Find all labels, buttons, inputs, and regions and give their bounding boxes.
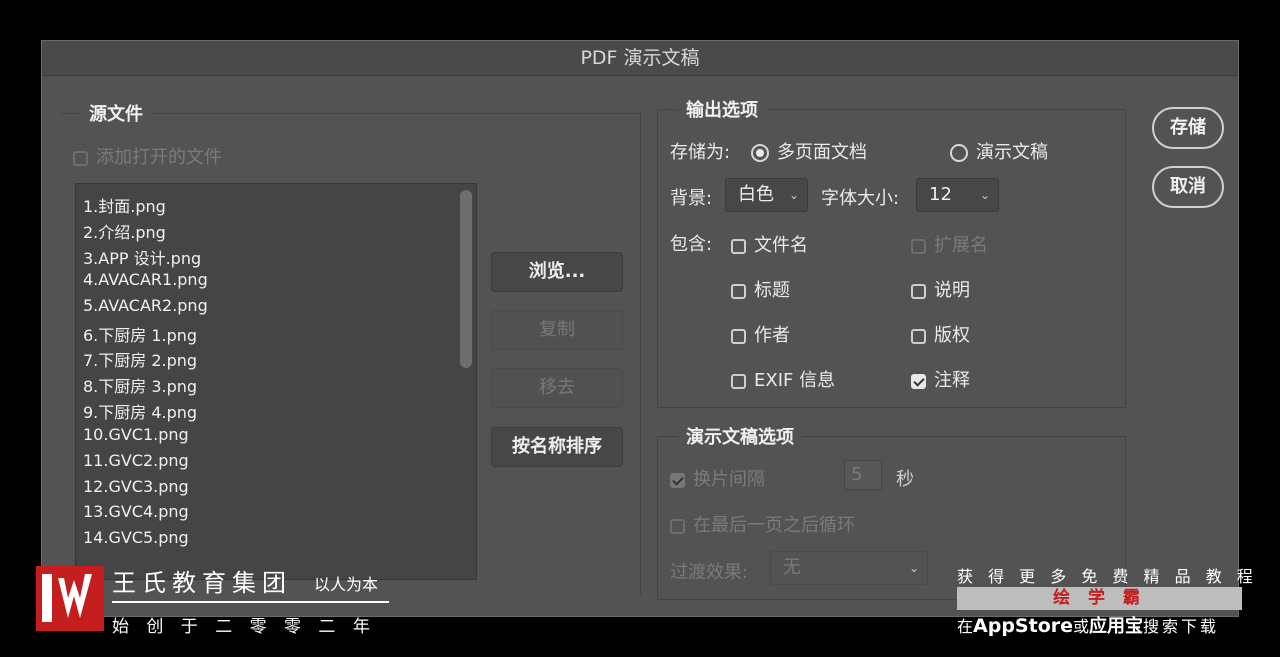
font-size-label: 字体大小: bbox=[821, 188, 900, 209]
title-label: 标题 bbox=[754, 280, 790, 301]
checkbox-box bbox=[731, 238, 746, 254]
extension-checkbox[interactable]: 扩展名 bbox=[911, 231, 988, 257]
exif-checkbox[interactable]: EXIF 信息 bbox=[731, 366, 835, 392]
checkbox-box bbox=[731, 283, 746, 299]
list-item[interactable]: 13.GVC4.png bbox=[83, 502, 189, 521]
copyright-label: 版权 bbox=[934, 325, 970, 346]
radio-circle bbox=[751, 144, 769, 162]
list-item[interactable]: 8.下厨房 3.png bbox=[83, 373, 197, 397]
file-list[interactable]: 1.封面.png 2.介绍.png 3.APP 设计.png 4.AVACAR1… bbox=[75, 183, 477, 580]
brand-logo bbox=[36, 566, 104, 631]
brand-name: 王氏教育集团 bbox=[112, 569, 292, 597]
transition-select[interactable]: 无 ⌄ bbox=[770, 551, 928, 585]
list-item[interactable]: 12.GVC3.png bbox=[83, 477, 189, 496]
list-item[interactable]: 3.APP 设计.png bbox=[83, 245, 201, 269]
presentation-label: 演示文稿 bbox=[976, 142, 1048, 163]
list-item[interactable]: 5.AVACAR2.png bbox=[83, 296, 208, 315]
promo-app-banner: 绘 学 霸 bbox=[957, 587, 1242, 610]
font-size-select[interactable]: 12 ⌄ bbox=[916, 178, 999, 212]
list-item[interactable]: 14.GVC5.png bbox=[83, 528, 189, 547]
chevron-down-icon: ⌄ bbox=[908, 561, 919, 575]
list-item[interactable]: 9.下厨房 4.png bbox=[83, 399, 197, 423]
list-item[interactable]: 1.封面.png bbox=[83, 193, 166, 217]
include-label: 包含: bbox=[670, 234, 713, 255]
promo-bottom-prefix: 在 bbox=[957, 617, 974, 636]
seconds-unit: 秒 bbox=[896, 469, 914, 490]
background-label: 背景: bbox=[670, 188, 713, 209]
loop-checkbox[interactable]: 在最后一页之后循环 bbox=[670, 511, 855, 537]
author-checkbox[interactable]: 作者 bbox=[731, 321, 790, 347]
exif-label: EXIF 信息 bbox=[754, 370, 836, 391]
list-item[interactable]: 4.AVACAR1.png bbox=[83, 270, 208, 289]
browse-button[interactable]: 浏览... bbox=[491, 252, 623, 292]
radio-circle bbox=[950, 144, 968, 162]
description-label: 说明 bbox=[934, 280, 970, 301]
add-open-files-label: 添加打开的文件 bbox=[96, 147, 222, 168]
author-label: 作者 bbox=[754, 325, 790, 346]
description-checkbox[interactable]: 说明 bbox=[911, 276, 970, 302]
output-options-title: 输出选项 bbox=[678, 96, 766, 122]
checkbox-box bbox=[670, 518, 685, 534]
filename-label: 文件名 bbox=[754, 235, 808, 256]
remove-button[interactable]: 移去 bbox=[491, 368, 623, 408]
extension-label: 扩展名 bbox=[934, 235, 988, 256]
promo-bottom-text: 在AppStore或应用宝搜索下载 bbox=[957, 612, 1219, 638]
multipage-label: 多页面文档 bbox=[777, 142, 867, 163]
presentation-radio[interactable]: 演示文稿 bbox=[950, 138, 1048, 164]
list-item[interactable]: 11.GVC2.png bbox=[83, 451, 189, 470]
advance-every-checkbox[interactable]: 换片间隔 bbox=[670, 465, 765, 491]
save-button[interactable]: 存储 bbox=[1152, 107, 1224, 149]
promo-app-name: 绘 学 霸 bbox=[1053, 588, 1146, 608]
checkbox-box bbox=[731, 373, 746, 389]
background-select[interactable]: 白色 ⌄ bbox=[725, 178, 808, 212]
checkbox-box bbox=[911, 328, 926, 344]
promo-bottom-or: 或 bbox=[1073, 617, 1090, 636]
filename-checkbox[interactable]: 文件名 bbox=[731, 231, 808, 257]
list-scrollbar[interactable] bbox=[460, 190, 472, 368]
pdf-presentation-dialog: PDF 演示文稿 源文件 添加打开的文件 1.封面.png 2.介绍.png 3… bbox=[41, 40, 1239, 617]
checkbox-box bbox=[73, 150, 88, 166]
cancel-button[interactable]: 取消 bbox=[1152, 166, 1224, 208]
copyright-checkbox[interactable]: 版权 bbox=[911, 321, 970, 347]
duplicate-button[interactable]: 复制 bbox=[491, 310, 623, 350]
multipage-radio[interactable]: 多页面文档 bbox=[751, 138, 867, 164]
sort-by-name-button[interactable]: 按名称排序 bbox=[491, 427, 623, 467]
promo-top-text: 获 得 更 多 免 费 精 品 教 程 bbox=[957, 567, 1258, 586]
chevron-down-icon: ⌄ bbox=[788, 188, 799, 202]
list-item[interactable]: 6.下厨房 1.png bbox=[83, 322, 197, 346]
dialog-title: PDF 演示文稿 bbox=[42, 41, 1238, 76]
add-open-files-checkbox[interactable]: 添加打开的文件 bbox=[73, 143, 222, 169]
chevron-down-icon: ⌄ bbox=[979, 188, 990, 202]
title-checkbox[interactable]: 标题 bbox=[731, 276, 790, 302]
source-files-title: 源文件 bbox=[81, 100, 151, 126]
logo-mark-icon bbox=[42, 574, 92, 622]
background-value: 白色 bbox=[738, 184, 774, 205]
annotations-label: 注释 bbox=[934, 370, 970, 391]
list-item[interactable]: 7.下厨房 2.png bbox=[83, 347, 197, 371]
promo-bottom-appstore: AppStore bbox=[973, 615, 1073, 637]
loop-label: 在最后一页之后循环 bbox=[693, 515, 855, 536]
list-item[interactable]: 2.介绍.png bbox=[83, 219, 166, 243]
list-item[interactable]: 10.GVC1.png bbox=[83, 425, 189, 444]
checkbox-box bbox=[911, 238, 926, 254]
brand-founded: 始 创 于 二 零 零 二 年 bbox=[112, 617, 376, 637]
transition-label: 过渡效果: bbox=[670, 562, 749, 583]
promo-bottom-suffix: 搜索下载 bbox=[1143, 617, 1220, 636]
checkbox-box bbox=[670, 472, 685, 488]
promo-bottom-yingyongbao: 应用宝 bbox=[1089, 616, 1144, 637]
annotations-checkbox[interactable]: 注释 bbox=[911, 366, 970, 392]
font-size-value: 12 bbox=[929, 184, 952, 205]
presentation-options-title: 演示文稿选项 bbox=[678, 423, 802, 449]
checkbox-box bbox=[911, 283, 926, 299]
brand-divider bbox=[112, 601, 389, 603]
checkbox-box bbox=[731, 328, 746, 344]
brand-slogan: 以人为本 bbox=[314, 575, 379, 594]
seconds-input[interactable]: 5 bbox=[844, 460, 882, 490]
advance-every-label: 换片间隔 bbox=[693, 469, 765, 490]
checkbox-box bbox=[911, 373, 926, 389]
save-as-label: 存储为: bbox=[670, 142, 731, 163]
transition-value: 无 bbox=[783, 557, 801, 578]
